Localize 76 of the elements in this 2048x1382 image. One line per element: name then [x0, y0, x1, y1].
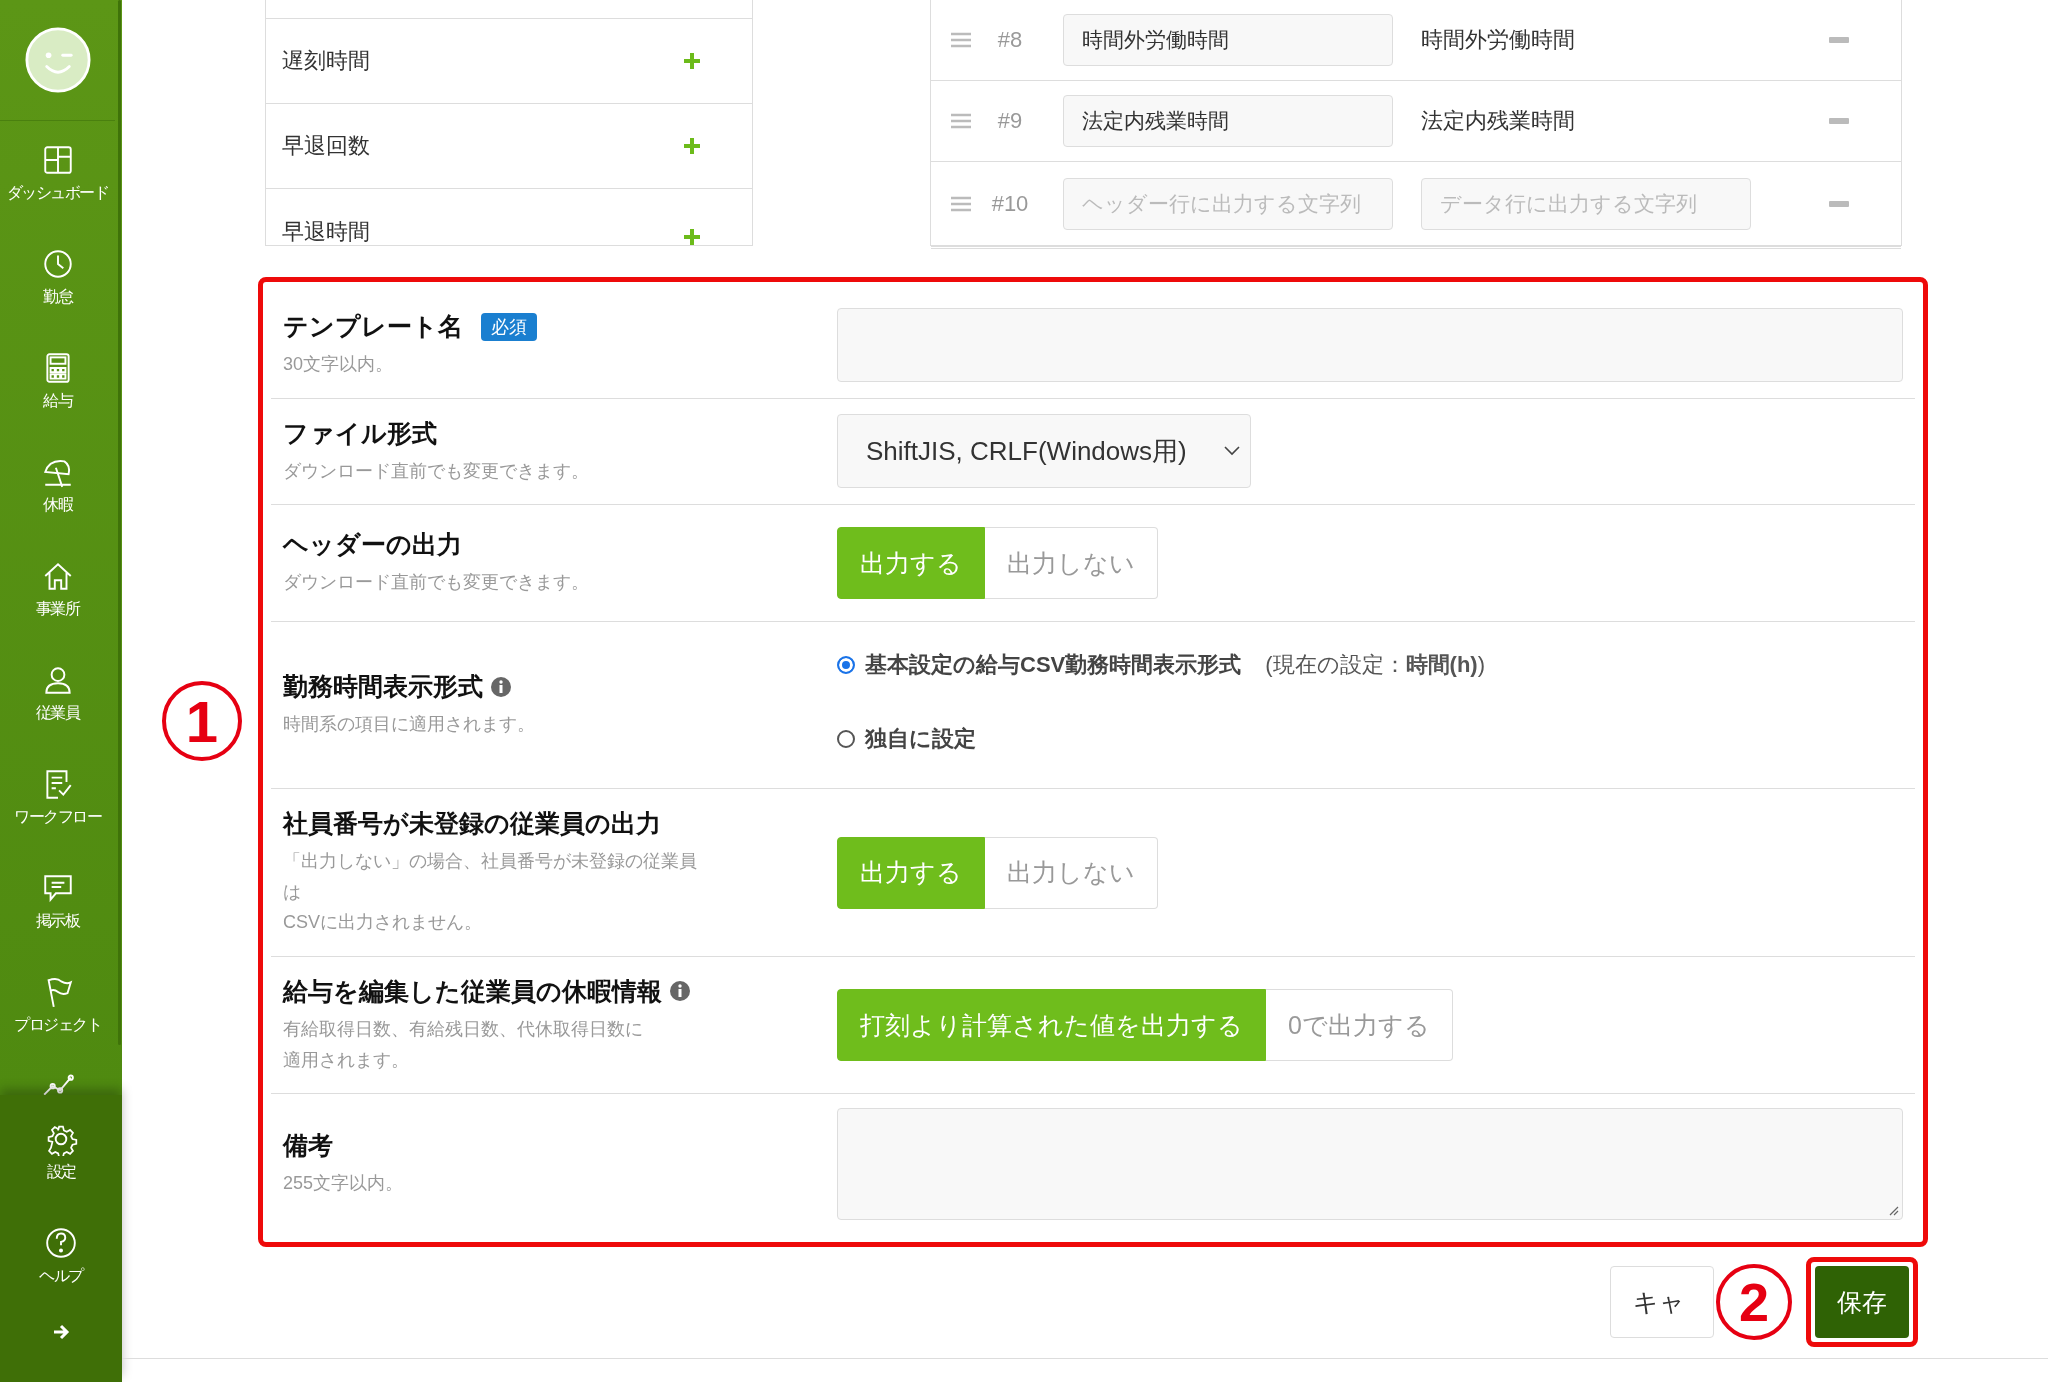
minus-icon[interactable] — [1829, 201, 1849, 207]
info-icon[interactable] — [670, 981, 690, 1002]
field-label: 勤務時間表示形式 — [283, 671, 483, 703]
field-label: ヘッダーの出力 — [283, 529, 462, 561]
annotation-number: 2 — [1716, 1264, 1792, 1341]
sidebar-item[interactable]: ワークフロー — [0, 745, 115, 849]
field-label: ファイル形式 — [283, 417, 437, 449]
hint-text: CSVに出力されません。 — [283, 911, 483, 935]
sidebar-item[interactable]: 設定 — [44, 1100, 78, 1204]
toggle-option[interactable]: 出力しない — [985, 527, 1158, 600]
field-name: 遅刻時間 — [282, 47, 370, 75]
toggle-option[interactable]: 出力する — [837, 836, 985, 909]
field-name: 早退回数 — [282, 132, 370, 160]
toggle-option[interactable]: 出力しない — [985, 836, 1158, 909]
row-number: #10 — [990, 191, 1030, 217]
field-label: テンプレート名 — [283, 311, 463, 342]
data-text: 時間外労働時間 — [1421, 26, 1576, 54]
help-icon — [44, 1225, 78, 1260]
sidebar-item[interactable]: 従業員 — [0, 641, 115, 745]
sidebar-item[interactable]: ヘルプ — [39, 1204, 83, 1308]
header-input[interactable]: 法定内残業時間 — [1063, 95, 1393, 147]
hint-text: 30文字以内。 — [283, 353, 395, 376]
radio-button[interactable] — [837, 730, 855, 749]
field-label: 給与を編集した従業員の休暇情報 — [283, 975, 662, 1007]
sidebar-item[interactable]: 給与 — [0, 329, 115, 433]
sidebar-item[interactable]: 勤怠 — [0, 225, 115, 329]
plus-icon[interactable] — [682, 227, 702, 245]
hint-text: 時間系の項目に適用されます。 — [283, 713, 536, 737]
row-number: #9 — [996, 108, 1024, 134]
notes-field[interactable] — [837, 1108, 1903, 1221]
radio-label: 独自に設定 — [865, 725, 976, 754]
field-label: 備考 — [283, 1130, 333, 1162]
header-input[interactable]: 時間外労働時間 — [1063, 14, 1393, 66]
current-setting-note: (現在の設定：時間(h)) — [1265, 651, 1485, 680]
plus-icon[interactable] — [682, 51, 702, 71]
header-input[interactable]: ヘッダー行に出力する文字列 — [1063, 178, 1393, 230]
annotation-number: 1 — [162, 681, 242, 761]
save-button[interactable]: 保存 — [1815, 1266, 1909, 1339]
toggle-option[interactable]: 出力する — [837, 527, 985, 600]
plus-icon[interactable] — [682, 136, 702, 156]
row-number: #8 — [996, 27, 1024, 53]
hint-text: ダウンロード直前でも変更できます。 — [283, 459, 590, 483]
field-name: 早退時間 — [282, 218, 370, 245]
toggle-option[interactable]: 打刻より計算された値を出力する — [837, 989, 1266, 1062]
cancel-button[interactable]: キャ — [1610, 1266, 1714, 1339]
hint-text: 「出力しない」の場合、社員番号が未登録の従業員 — [283, 850, 698, 874]
radio-button[interactable] — [837, 656, 855, 675]
drag-handle-icon[interactable] — [951, 113, 971, 129]
minus-icon[interactable] — [1829, 37, 1849, 43]
minus-icon[interactable] — [1829, 118, 1849, 124]
radio-label: 基本設定の給与CSV勤務時間表示形式 — [865, 651, 1242, 680]
info-icon[interactable] — [491, 676, 511, 697]
chevron-down-icon — [1224, 446, 1240, 457]
scrollbar[interactable] — [118, 0, 121, 1045]
template-name-field[interactable] — [837, 307, 1903, 382]
sidebar-item[interactable]: ダッシュボード — [0, 121, 115, 225]
toggle-option[interactable]: 0で出力する — [1266, 989, 1453, 1062]
hint-text: 有給取得日数、有給残日数、代休取得日数に — [283, 1017, 644, 1041]
avatar-icon[interactable] — [24, 27, 91, 93]
hint-text: 255文字以内。 — [283, 1172, 405, 1196]
hint-text: ダウンロード直前でも変更できます。 — [283, 571, 590, 595]
file-format-select[interactable]: ShiftJIS, CRLF(Windows用) — [837, 414, 1251, 489]
data-input[interactable]: データ行に出力する文字列 — [1421, 178, 1751, 230]
arrow-right-icon[interactable] — [51, 1322, 71, 1342]
sidebar-item[interactable]: プロジェクト — [0, 953, 115, 1057]
sidebar-item[interactable]: 事業所 — [0, 537, 115, 641]
sidebar-item[interactable]: 掲示板 — [0, 849, 115, 953]
sidebar-item[interactable]: 休暇 — [0, 433, 115, 537]
hint-text: は — [283, 880, 302, 904]
drag-handle-icon[interactable] — [951, 32, 971, 48]
resize-grip-icon[interactable] — [1887, 1204, 1899, 1217]
data-text: 法定内残業時間 — [1421, 107, 1576, 135]
field-label: 社員番号が未登録の従業員の出力 — [283, 808, 661, 840]
hint-text: 適用されます。 — [283, 1048, 410, 1072]
required-badge: 必須 — [481, 312, 537, 341]
drag-handle-icon[interactable] — [951, 196, 971, 212]
